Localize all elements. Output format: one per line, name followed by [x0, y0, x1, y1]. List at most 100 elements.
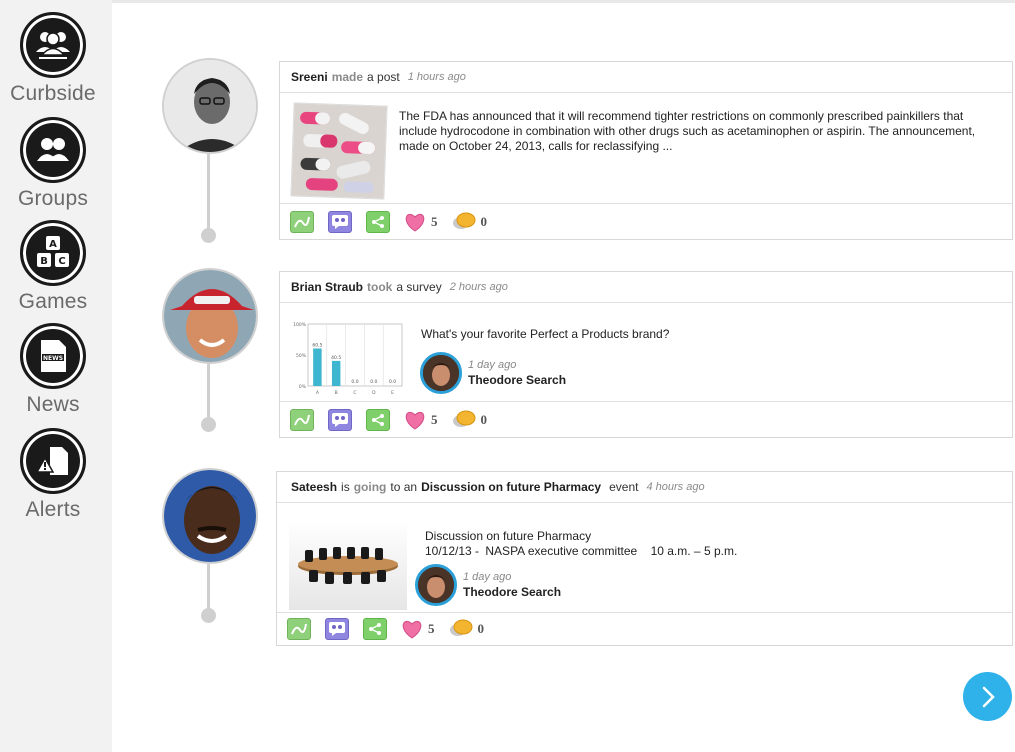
post-verb: made [331, 70, 364, 84]
avatar [420, 352, 462, 394]
timeline-dot [201, 608, 216, 623]
sidebar-item-groups[interactable]: Groups [0, 117, 106, 211]
post-actor[interactable]: Brian Straub [291, 280, 363, 294]
people-icon [20, 117, 86, 183]
comment-count: 0 [480, 411, 488, 427]
post-time: 2 hours ago [449, 281, 508, 293]
post-object: a survey [396, 280, 442, 294]
comment-icon [452, 410, 475, 427]
avatar[interactable] [162, 58, 258, 154]
event-org: NASPA executive committee [485, 544, 638, 558]
timeline-line [207, 364, 210, 424]
sidebar-item-curbside[interactable]: Curbside [0, 12, 106, 106]
chevron-right-icon [982, 686, 995, 707]
event-link[interactable]: Discussion on future Pharmacy [421, 480, 601, 494]
post-actions: 5 0 [280, 203, 1012, 239]
abc-blocks-icon: A B C [20, 220, 86, 286]
post-object: event [609, 480, 639, 494]
user-time: 1 day ago [468, 359, 517, 371]
share-button[interactable] [366, 408, 390, 431]
avatar [415, 564, 457, 606]
like-count: 5 [431, 411, 438, 427]
reshare-button[interactable] [290, 408, 314, 431]
user-name[interactable]: Theodore Search [468, 373, 566, 387]
group-icon [20, 12, 86, 78]
reshare-button[interactable] [290, 210, 314, 233]
user-time: 1 day ago [463, 571, 512, 583]
post-body: The FDA has announced that it will recom… [399, 109, 976, 153]
svg-text:NEWS: NEWS [43, 355, 63, 362]
comment-count: 0 [480, 213, 488, 229]
chart-data-label: 0.0 [389, 379, 396, 385]
chart-plot-area [307, 323, 403, 387]
chart-data-label: 60.5 [312, 342, 322, 348]
timeline-dot [201, 417, 216, 432]
sidebar-item-label: News [26, 393, 80, 416]
chart-y-tick: 0% [299, 384, 307, 390]
post-actions: 5 0 [280, 401, 1012, 437]
post-header: Sreeni made a post 1 hours ago [280, 62, 1012, 93]
sidebar-item-label: Curbside [10, 82, 96, 105]
comment-counter[interactable]: 0 [449, 618, 485, 640]
pills-image [290, 102, 388, 200]
post-time: 1 hours ago [407, 71, 466, 83]
post-header: Brian Straub took a survey 2 hours ago [280, 272, 1012, 303]
chart-data-label: 0.0 [351, 379, 358, 385]
post-actions: 5 0 [277, 612, 1012, 645]
chart-data-label: 0.0 [370, 379, 377, 385]
post-verb: took [367, 280, 393, 294]
like-counter[interactable]: 5 [401, 619, 435, 639]
svg-text:C: C [58, 256, 65, 267]
comment-icon [452, 212, 475, 229]
post-actor[interactable]: Sateesh [291, 480, 337, 494]
chart-x-tick: C [353, 390, 356, 396]
share-button[interactable] [363, 618, 387, 640]
sidebar: Curbside Groups A B C Games NEWS News Al… [0, 0, 112, 752]
timeline-dot [201, 228, 216, 243]
svg-text:B: B [40, 256, 48, 267]
sidebar-item-news[interactable]: NEWS News [0, 323, 106, 417]
like-counter[interactable]: 5 [404, 410, 438, 430]
heart-icon [405, 411, 425, 430]
message-button[interactable] [325, 618, 349, 640]
post-connector-2: to an [390, 480, 418, 494]
avatar[interactable] [162, 468, 258, 564]
post-card: Sateesh is going to an Discussion on fut… [276, 471, 1013, 646]
event-title: Discussion on future Pharmacy [425, 529, 592, 543]
reshare-button[interactable] [287, 618, 311, 640]
post-actor[interactable]: Sreeni [291, 70, 328, 84]
post-verb: going [353, 480, 387, 494]
news-icon: NEWS [20, 323, 86, 389]
alert-icon [20, 428, 86, 494]
chart-x-tick: A [316, 390, 320, 396]
event-time: 10 a.m. – 5 p.m. [650, 544, 738, 558]
survey-chart[interactable]: 100% 50% 0% 60.5 A 40.5 B 0.0 C 0.0 D 0.0 E [292, 318, 408, 400]
next-page-button[interactable] [963, 672, 1012, 721]
message-button[interactable] [328, 210, 352, 233]
post-object: a post [367, 70, 400, 84]
chart-bar [313, 348, 322, 386]
top-border [112, 0, 1015, 3]
comment-counter[interactable]: 0 [452, 211, 488, 233]
timeline-line [207, 564, 210, 614]
sidebar-item-games[interactable]: A B C Games [0, 220, 106, 314]
comment-count: 0 [477, 621, 485, 636]
chart-bar [331, 360, 341, 386]
comment-icon [449, 619, 472, 636]
heart-icon [405, 213, 425, 232]
post-connector: is [341, 480, 350, 494]
timeline-line [207, 154, 210, 234]
sidebar-item-label: Groups [17, 187, 89, 210]
user-name[interactable]: Theodore Search [463, 585, 561, 599]
svg-text:A: A [49, 239, 57, 250]
survey-user[interactable]: 1 day ago Theodore Search [420, 352, 566, 394]
chart-x-tick: D [372, 390, 376, 396]
sidebar-item-alerts[interactable]: Alerts [0, 428, 106, 522]
share-button[interactable] [366, 210, 390, 233]
like-counter[interactable]: 5 [404, 212, 438, 232]
avatar[interactable] [162, 268, 258, 364]
event-user[interactable]: 1 day ago Theodore Search [415, 564, 561, 606]
like-count: 5 [431, 213, 438, 229]
comment-counter[interactable]: 0 [452, 409, 488, 431]
message-button[interactable] [328, 408, 352, 431]
